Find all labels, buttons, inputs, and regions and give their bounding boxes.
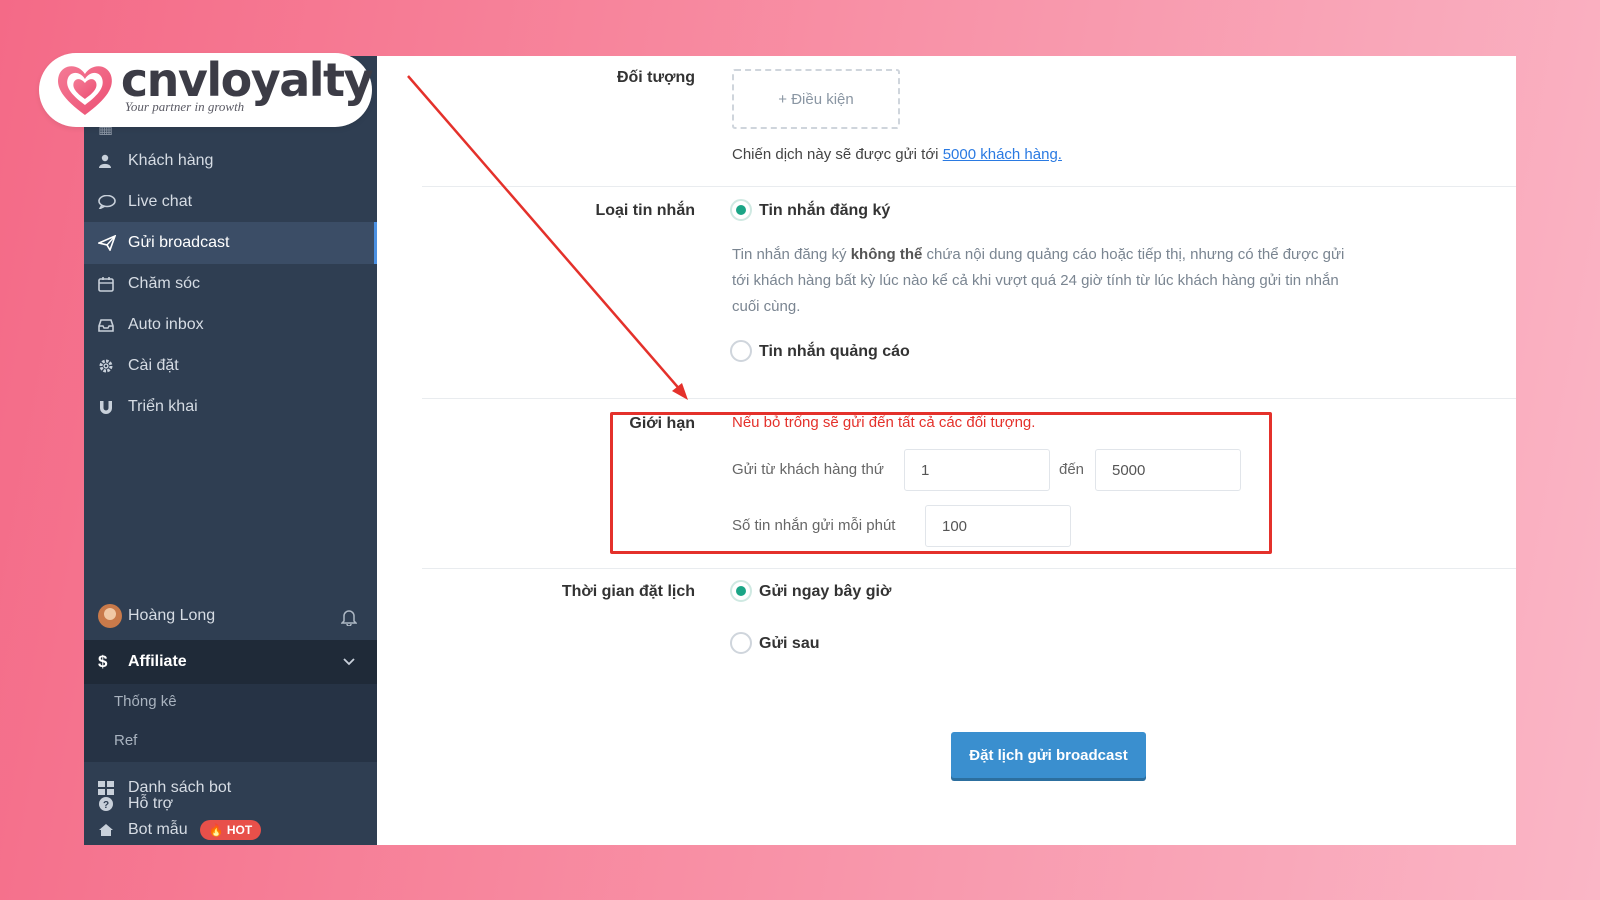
radio-promotional-message[interactable] bbox=[730, 340, 752, 362]
dollar-icon: $ bbox=[98, 652, 108, 671]
audience-label: Đối tượng bbox=[616, 69, 695, 86]
sidebar-item-label: Hỗ trợ bbox=[128, 795, 174, 812]
desc-text-bold: không thể bbox=[850, 246, 923, 263]
divider bbox=[422, 398, 1516, 399]
chevron-down-icon bbox=[343, 653, 355, 671]
limit-warning: Nếu bỏ trống sẽ gửi đến tất cả các đối t… bbox=[732, 414, 1036, 431]
limit-label: Giới hạn bbox=[629, 415, 695, 432]
rate-label: Số tin nhắn gửi mỗi phút bbox=[732, 517, 896, 534]
radio-label-send-now: Gửi ngay bây giờ bbox=[759, 583, 892, 600]
audience-count-link[interactable]: 5000 khách hàng. bbox=[943, 146, 1062, 163]
sidebar-item-customers[interactable]: Khách hàng bbox=[84, 140, 377, 182]
desc-text-1: Tin nhắn đăng ký bbox=[732, 246, 851, 263]
sidebar-item-label: Gửi broadcast bbox=[128, 234, 230, 251]
sidebar-item-label: Auto inbox bbox=[128, 316, 204, 333]
audience-summary-text: Chiến dịch này sẽ được gửi tới bbox=[732, 146, 939, 163]
sidebar: ▦ Khách hàng Live chat Gửi broadcast Chă… bbox=[84, 56, 377, 845]
sidebar-item-support[interactable]: ? Hỗ trợ bbox=[84, 783, 377, 825]
radio-subscription-message[interactable] bbox=[730, 199, 752, 221]
message-type-description: Tin nhắn đăng ký không thể chứa nội dung… bbox=[732, 242, 1352, 320]
brand-name: cnvloyalty bbox=[120, 53, 374, 107]
radio-label-subscription: Tin nhắn đăng ký bbox=[759, 202, 891, 219]
home-icon bbox=[98, 823, 128, 837]
sidebar-item-label: Live chat bbox=[128, 193, 193, 210]
sidebar-item-label: Chăm sóc bbox=[128, 275, 201, 292]
app-window: ▦ Khách hàng Live chat Gửi broadcast Chă… bbox=[84, 56, 1516, 845]
radio-label-send-later: Gửi sau bbox=[759, 635, 820, 652]
affiliate-submenu: Thống kê Ref bbox=[84, 684, 377, 762]
divider bbox=[422, 568, 1516, 569]
sidebar-item-label: Cài đặt bbox=[128, 357, 179, 374]
from-customer-input[interactable] bbox=[904, 449, 1050, 491]
add-condition-button[interactable]: + Điều kiện bbox=[732, 69, 900, 129]
sidebar-item-deploy[interactable]: Triển khai bbox=[84, 386, 377, 428]
inbox-icon bbox=[98, 318, 128, 332]
message-type-label: Loại tin nhắn bbox=[595, 202, 695, 219]
from-label: Gửi từ khách hàng thứ bbox=[732, 461, 884, 478]
heart-logo-icon bbox=[57, 66, 112, 115]
sidebar-user[interactable]: Hoàng Long bbox=[84, 592, 377, 640]
submenu-item-ref[interactable]: Ref bbox=[114, 732, 137, 749]
sidebar-item-settings[interactable]: Cài đặt bbox=[84, 345, 377, 387]
avatar bbox=[98, 604, 122, 628]
to-customer-input[interactable] bbox=[1095, 449, 1241, 491]
sidebar-item-label: Affiliate bbox=[128, 653, 187, 670]
bell-icon[interactable] bbox=[340, 608, 358, 631]
hot-badge-text: HOT bbox=[226, 823, 253, 837]
sidebar-item-affiliate[interactable]: $ Affiliate bbox=[84, 640, 377, 684]
svg-text:?: ? bbox=[103, 800, 109, 811]
sidebar-item-label: Triển khai bbox=[128, 398, 198, 415]
brand-logo: cnvloyalty Your partner in growth bbox=[39, 53, 374, 127]
sidebar-item-broadcast[interactable]: Gửi broadcast bbox=[84, 222, 377, 264]
question-circle-icon: ? bbox=[98, 796, 128, 812]
calendar-icon bbox=[98, 276, 128, 292]
schedule-label: Thời gian đặt lịch bbox=[561, 583, 695, 600]
gear-icon bbox=[98, 358, 128, 374]
schedule-broadcast-button[interactable]: Đặt lịch gửi broadcast bbox=[951, 732, 1146, 778]
submenu-item-stats[interactable]: Thống kê bbox=[114, 693, 177, 710]
audience-summary: Chiến dịch này sẽ được gửi tới 5000 khác… bbox=[732, 146, 1062, 163]
chat-bubble-icon bbox=[98, 195, 128, 209]
sidebar-item-live-chat[interactable]: Live chat bbox=[84, 181, 377, 223]
paper-plane-icon bbox=[98, 235, 128, 251]
broadcast-form: Đối tượng + Điều kiện Chiến dịch này sẽ … bbox=[377, 56, 1516, 845]
radio-send-later[interactable] bbox=[730, 632, 752, 654]
user-icon bbox=[98, 154, 128, 168]
to-label: đến bbox=[1059, 461, 1085, 478]
sidebar-item-label: Khách hàng bbox=[128, 152, 214, 169]
user-name: Hoàng Long bbox=[128, 607, 216, 624]
radio-label-promotional: Tin nhắn quảng cáo bbox=[759, 343, 910, 360]
magnet-icon bbox=[98, 399, 128, 415]
radio-send-now[interactable] bbox=[730, 580, 752, 602]
divider bbox=[422, 186, 1516, 187]
sidebar-item-auto-inbox[interactable]: Auto inbox bbox=[84, 304, 377, 346]
messages-per-minute-input[interactable] bbox=[925, 505, 1071, 547]
sidebar-item-care[interactable]: Chăm sóc bbox=[84, 263, 377, 305]
